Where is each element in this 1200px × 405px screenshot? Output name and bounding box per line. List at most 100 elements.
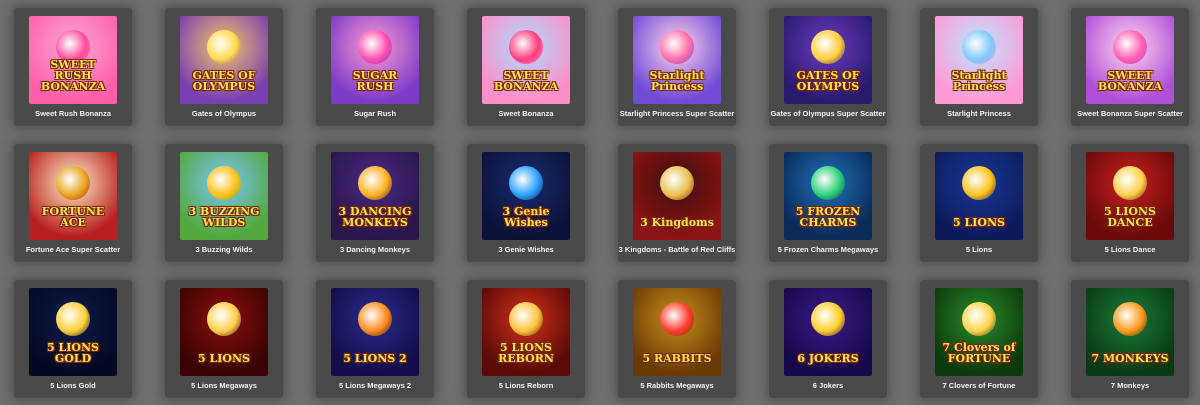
game-thumbnail[interactable]: 6 JOKERS: [784, 288, 872, 376]
game-title[interactable]: Gates of Olympus Super Scatter: [769, 109, 887, 118]
game-logo-text: 3 Genie Wishes: [502, 205, 550, 229]
game-thumbnail[interactable]: SWEET RUSH BONANZA: [29, 16, 117, 104]
game-title[interactable]: 5 Lions Megaways: [165, 381, 283, 390]
game-logo-text: Starlight Princess: [951, 69, 1007, 93]
game-title[interactable]: Sweet Rush Bonanza: [14, 109, 132, 118]
game-card[interactable]: 7 MONKEYS 7 Monkeys: [1071, 280, 1189, 398]
game-card[interactable]: 5 FROZEN CHARMS 5 Frozen Charms Megaways: [769, 144, 887, 262]
game-card[interactable]: 6 JOKERS 6 Jokers: [769, 280, 887, 398]
game-title[interactable]: 3 Kingdoms - Battle of Red Cliffs: [618, 245, 736, 254]
game-logo-text: SWEET RUSH BONANZA: [40, 58, 106, 93]
game-art-emblem: [207, 302, 241, 336]
game-card[interactable]: Starlight Princess Starlight Princess Sup…: [618, 8, 736, 126]
game-card[interactable]: SUGAR RUSH Sugar Rush: [316, 8, 434, 126]
game-card[interactable]: 5 LIONS GOLD 5 Lions Gold: [14, 280, 132, 398]
game-logo-text: GATES OF OLYMPUS: [796, 69, 860, 93]
game-title[interactable]: 3 Genie Wishes: [467, 245, 585, 254]
game-title[interactable]: 5 Lions: [920, 245, 1038, 254]
game-art-emblem: [1113, 302, 1147, 336]
game-card[interactable]: 3 BUZZING WILDS 3 Buzzing Wilds: [165, 144, 283, 262]
game-title[interactable]: 3 Buzzing Wilds: [165, 245, 283, 254]
game-logo-text: SWEET BONANZA: [493, 69, 559, 93]
game-title[interactable]: 5 Lions Reborn: [467, 381, 585, 390]
game-art-emblem: [56, 302, 90, 336]
game-thumbnail[interactable]: 5 LIONS DANCE: [1086, 152, 1174, 240]
game-thumbnail[interactable]: 3 BUZZING WILDS: [180, 152, 268, 240]
game-card[interactable]: 5 LIONS REBORN 5 Lions Reborn: [467, 280, 585, 398]
game-title[interactable]: 5 Lions Megaways 2: [316, 381, 434, 390]
game-logo-text: 3 Kingdoms: [640, 216, 714, 229]
game-art-emblem: [509, 302, 543, 336]
game-card[interactable]: SWEET BONANZA Sweet Bonanza: [467, 8, 585, 126]
game-logo-text: 5 LIONS GOLD: [47, 341, 99, 365]
game-art-emblem: [358, 166, 392, 200]
game-thumbnail[interactable]: 5 LIONS GOLD: [29, 288, 117, 376]
game-title[interactable]: Fortune Ace Super Scatter: [14, 245, 132, 254]
game-card[interactable]: 7 Clovers of FORTUNE 7 Clovers of Fortune: [920, 280, 1038, 398]
game-card[interactable]: 3 Genie Wishes 3 Genie Wishes: [467, 144, 585, 262]
game-logo-text: 3 DANCING MONKEYS: [338, 205, 412, 229]
game-title[interactable]: 5 Lions Gold: [14, 381, 132, 390]
game-thumbnail[interactable]: SWEET BONANZA: [482, 16, 570, 104]
game-thumbnail[interactable]: 5 RABBITS: [633, 288, 721, 376]
game-title[interactable]: 5 Lions Dance: [1071, 245, 1189, 254]
game-thumbnail[interactable]: 7 Clovers of FORTUNE: [935, 288, 1023, 376]
game-card[interactable]: 5 LIONS 5 Lions Megaways: [165, 280, 283, 398]
game-thumbnail[interactable]: 7 MONKEYS: [1086, 288, 1174, 376]
game-card[interactable]: 3 DANCING MONKEYS 3 Dancing Monkeys: [316, 144, 434, 262]
game-art-emblem: [660, 30, 694, 64]
game-title[interactable]: Sweet Bonanza: [467, 109, 585, 118]
game-card[interactable]: GATES OF OLYMPUS Gates of Olympus Super S…: [769, 8, 887, 126]
game-thumbnail[interactable]: SWEET BONANZA: [1086, 16, 1174, 104]
game-thumbnail[interactable]: 5 FROZEN CHARMS: [784, 152, 872, 240]
game-thumbnail[interactable]: GATES OF OLYMPUS: [180, 16, 268, 104]
game-thumbnail[interactable]: 3 DANCING MONKEYS: [331, 152, 419, 240]
game-title[interactable]: Starlight Princess: [920, 109, 1038, 118]
game-art-emblem: [509, 30, 543, 64]
game-logo-text: 7 MONKEYS: [1091, 352, 1169, 365]
game-art-emblem: [358, 30, 392, 64]
game-card[interactable]: 5 LIONS 5 Lions: [920, 144, 1038, 262]
game-card[interactable]: Starlight Princess Starlight Princess: [920, 8, 1038, 126]
game-card[interactable]: 5 LIONS 2 5 Lions Megaways 2: [316, 280, 434, 398]
game-title[interactable]: 5 Rabbits Megaways: [618, 381, 736, 390]
game-card[interactable]: SWEET RUSH BONANZA Sweet Rush Bonanza: [14, 8, 132, 126]
game-title[interactable]: 7 Monkeys: [1071, 381, 1189, 390]
game-title[interactable]: Sugar Rush: [316, 109, 434, 118]
game-thumbnail[interactable]: SUGAR RUSH: [331, 16, 419, 104]
game-thumbnail[interactable]: Starlight Princess: [935, 16, 1023, 104]
game-thumbnail[interactable]: 3 Genie Wishes: [482, 152, 570, 240]
game-title[interactable]: 6 Jokers: [769, 381, 887, 390]
game-title[interactable]: Sweet Bonanza Super Scatter: [1071, 109, 1189, 118]
game-logo-text: Starlight Princess: [649, 69, 705, 93]
game-thumbnail[interactable]: 5 LIONS: [935, 152, 1023, 240]
game-card[interactable]: 5 RABBITS 5 Rabbits Megaways: [618, 280, 736, 398]
game-card[interactable]: 5 LIONS DANCE 5 Lions Dance: [1071, 144, 1189, 262]
game-art-emblem: [207, 166, 241, 200]
game-thumbnail[interactable]: GATES OF OLYMPUS: [784, 16, 872, 104]
game-thumbnail[interactable]: 5 LIONS REBORN: [482, 288, 570, 376]
game-logo-text: GATES OF OLYMPUS: [192, 69, 256, 93]
game-title[interactable]: 7 Clovers of Fortune: [920, 381, 1038, 390]
game-art-emblem: [962, 166, 996, 200]
game-thumbnail[interactable]: FORTUNE ACE: [29, 152, 117, 240]
game-thumbnail[interactable]: 3 Kingdoms: [633, 152, 721, 240]
game-art-emblem: [1113, 30, 1147, 64]
game-art-emblem: [1113, 166, 1147, 200]
game-thumbnail[interactable]: Starlight Princess: [633, 16, 721, 104]
game-logo-text: 7 Clovers of FORTUNE: [942, 341, 1016, 365]
game-card[interactable]: FORTUNE ACE Fortune Ace Super Scatter: [14, 144, 132, 262]
game-card[interactable]: SWEET BONANZA Sweet Bonanza Super Scatter: [1071, 8, 1189, 126]
game-thumbnail[interactable]: 5 LIONS 2: [331, 288, 419, 376]
game-title[interactable]: Starlight Princess Super Scatter: [618, 109, 736, 118]
game-title[interactable]: Gates of Olympus: [165, 109, 283, 118]
game-thumbnail[interactable]: 5 LIONS: [180, 288, 268, 376]
game-logo-text: SWEET BONANZA: [1097, 69, 1163, 93]
game-title[interactable]: 5 Frozen Charms Megaways: [769, 245, 887, 254]
game-art-emblem: [56, 166, 90, 200]
game-logo-text: 5 LIONS: [198, 352, 250, 365]
game-card[interactable]: GATES OF OLYMPUS Gates of Olympus: [165, 8, 283, 126]
game-card[interactable]: 3 Kingdoms 3 Kingdoms - Battle of Red Cli…: [618, 144, 736, 262]
game-title[interactable]: 3 Dancing Monkeys: [316, 245, 434, 254]
game-logo-text: 5 LIONS: [953, 216, 1005, 229]
